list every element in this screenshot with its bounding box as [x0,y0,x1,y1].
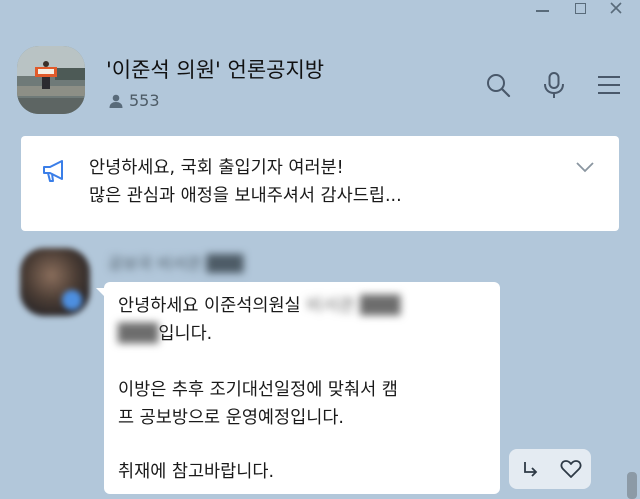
reply-button[interactable] [515,454,545,484]
search-button[interactable] [484,71,512,99]
notice-banner[interactable]: 안녕하세요, 국회 출입기자 여러분! 많은 관심과 애정을 보내주셔서 감사드… [21,136,619,231]
message-line-5: 취재에 참고바랍니다. [118,462,275,482]
like-button[interactable] [556,454,586,484]
megaphone-icon [43,160,63,182]
heart-icon [560,460,581,478]
member-count[interactable]: 553 [108,91,160,110]
message-line-2: ███입니다. [118,324,213,344]
member-count-value: 553 [129,91,160,110]
notice-line-1: 안녕하세요, 국회 출입기자 여러분! [89,158,344,178]
minimize-button[interactable] [532,0,552,16]
close-icon [610,2,622,14]
message-line-1: 안녕하세요 이준석의원실 비서관 ███ [118,296,401,316]
person-icon [109,94,123,108]
chevron-down-icon[interactable] [575,160,595,174]
message-line-4: 프 공보방으로 운영예정입니다. [118,408,344,428]
reply-arrow-icon [523,462,537,477]
microphone-icon [544,72,564,98]
notice-line-2: 많은 관심과 애정을 보내주셔서 감사드립... [89,186,402,206]
message-actions [509,449,591,489]
redacted-text: 비서관 ███ [306,296,401,316]
maximize-button[interactable] [570,0,590,16]
menu-button[interactable] [595,71,623,99]
redacted-text: ███ [118,324,159,344]
scrollbar-thumb[interactable] [627,472,637,499]
message-bubble[interactable]: 안녕하세요 이준석의원실 비서관 ███ ███입니다. 이방은 추후 조기대선… [96,282,500,494]
sender-name: 공보국 비서관 ███ [108,254,244,273]
close-button[interactable] [606,0,626,16]
voice-button[interactable] [540,71,568,99]
hamburger-menu-icon [598,76,620,94]
message-line-3: 이방은 추후 조기대선일정에 맞춰서 캠 [118,380,398,400]
room-profile-image[interactable] [17,46,85,114]
sender-avatar[interactable] [20,248,90,316]
room-title: '이준석 의원' 언론공지방 [106,58,325,82]
search-icon [487,74,511,98]
